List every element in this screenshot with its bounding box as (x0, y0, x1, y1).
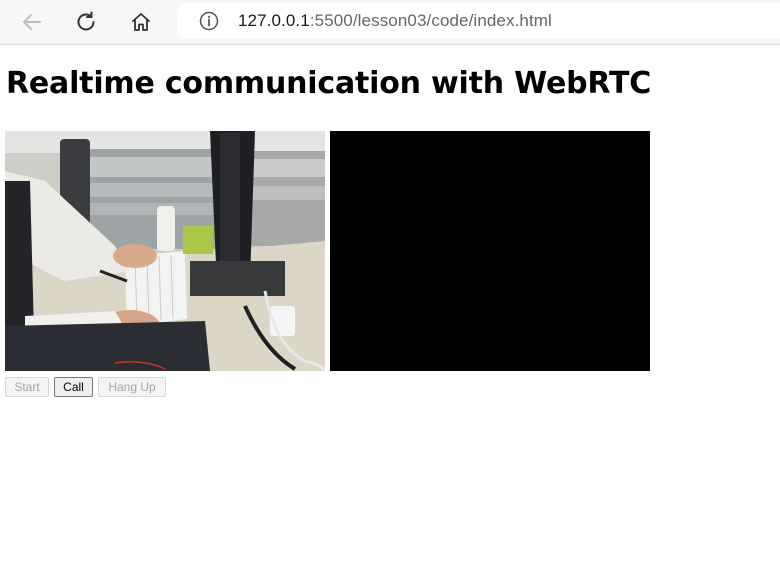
back-arrow-icon (21, 11, 43, 33)
hang-up-button[interactable]: Hang Up (98, 377, 166, 397)
start-button[interactable]: Start (5, 377, 49, 397)
home-icon (130, 11, 152, 33)
url-text[interactable]: 127.0.0.1:5500/lesson03/code/index.html (238, 11, 552, 31)
reload-icon (74, 10, 98, 34)
call-button[interactable]: Call (54, 377, 93, 397)
page-title: Realtime communication with WebRTC (6, 66, 652, 101)
home-button[interactable] (124, 5, 158, 39)
address-bar[interactable]: 127.0.0.1:5500/lesson03/code/index.html (177, 3, 780, 39)
info-icon[interactable] (198, 10, 220, 32)
remote-video (330, 131, 650, 371)
webcam-feed-image (5, 131, 325, 371)
url-host: 127.0.0.1 (238, 11, 310, 30)
reload-button[interactable] (69, 5, 103, 39)
url-path: :5500/lesson03/code/index.html (309, 11, 552, 30)
back-button[interactable] (15, 5, 49, 39)
browser-toolbar: 127.0.0.1:5500/lesson03/code/index.html (0, 0, 780, 45)
local-video (5, 131, 325, 371)
